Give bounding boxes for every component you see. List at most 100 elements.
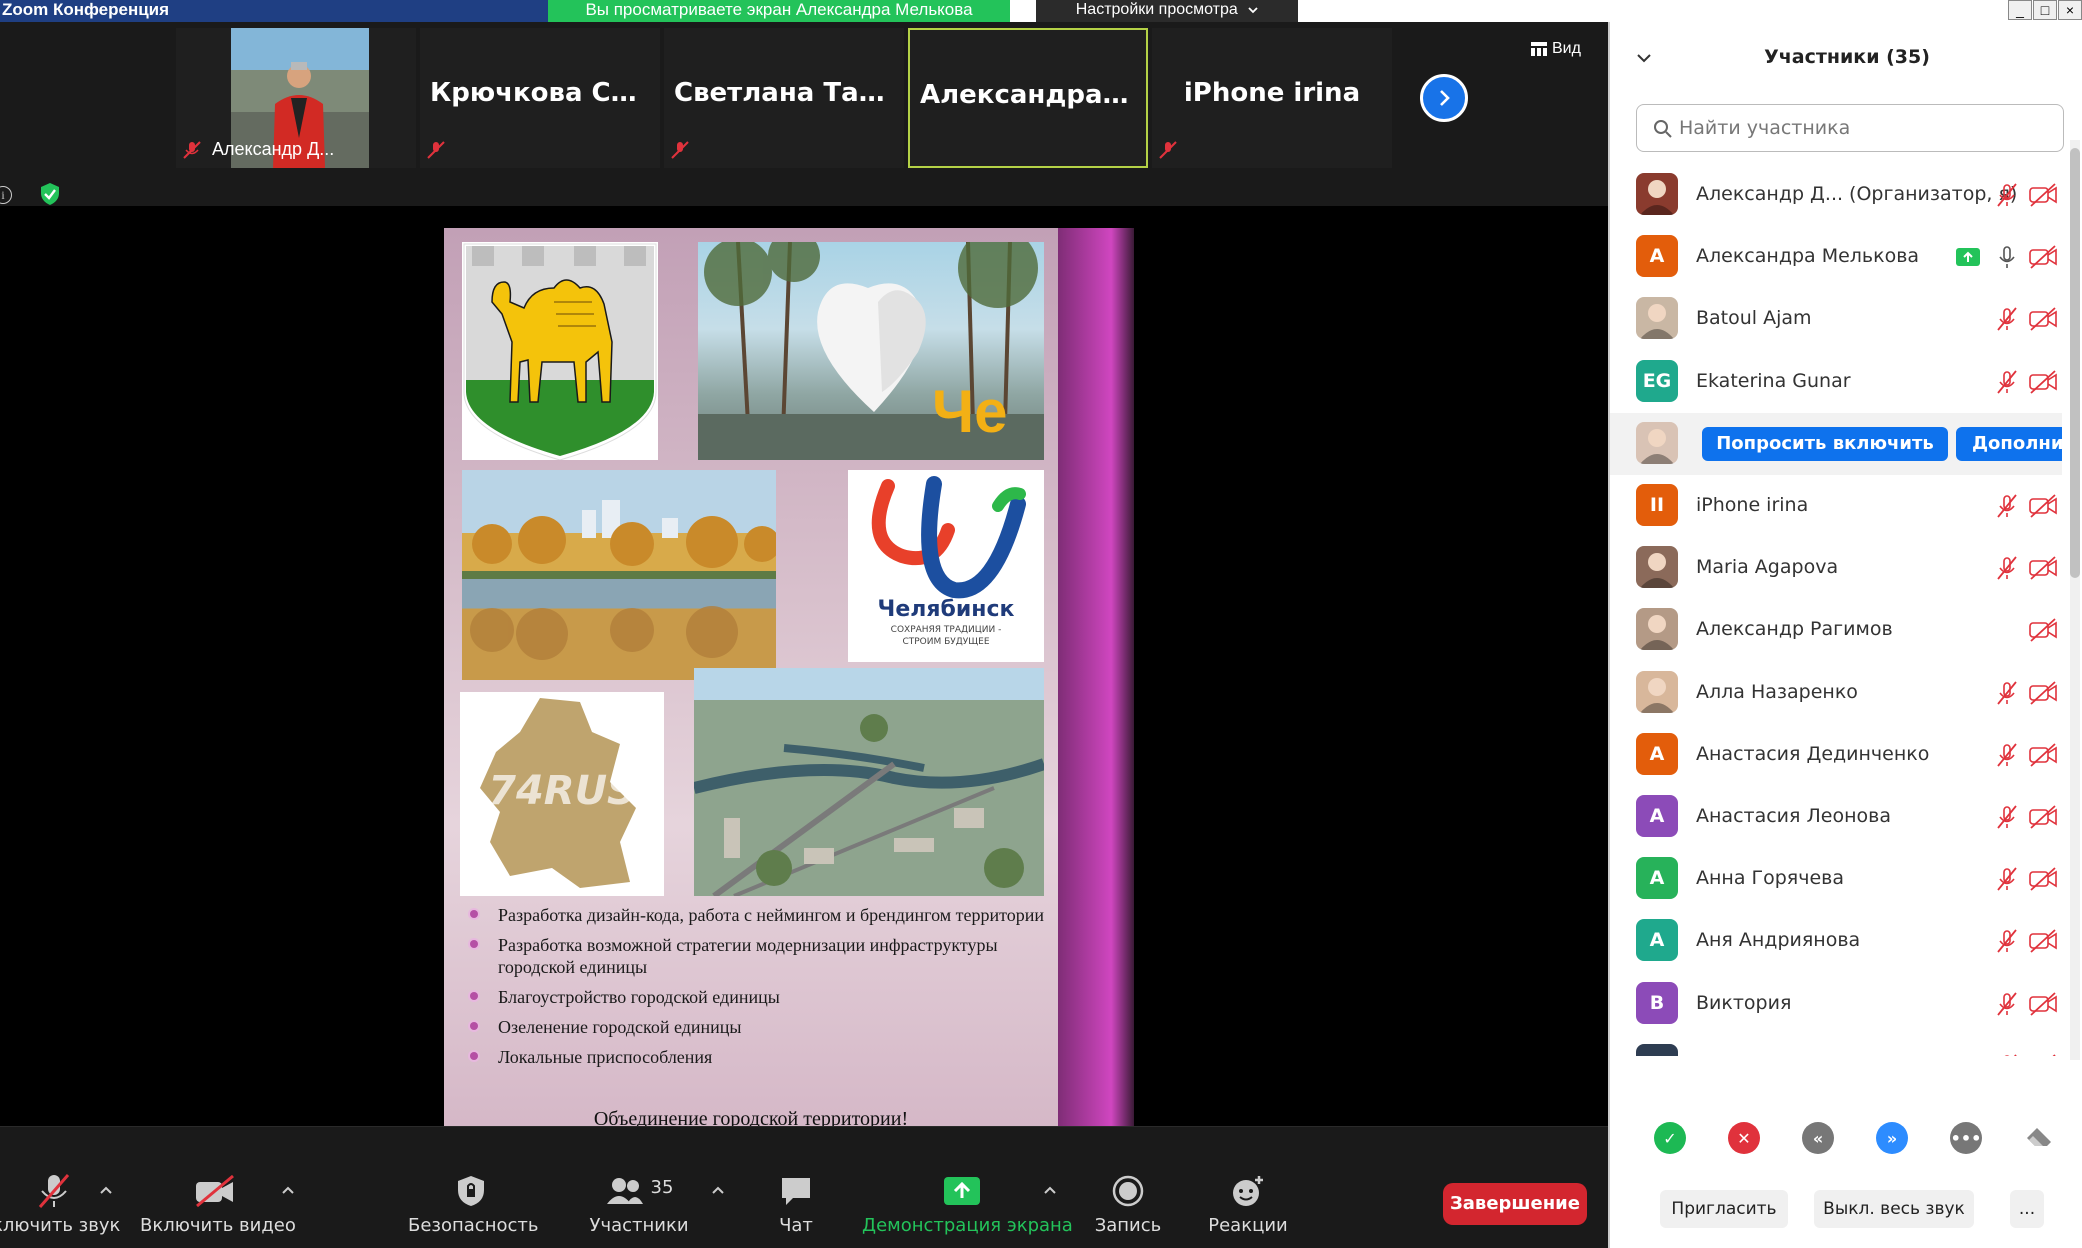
participants-icon [606,1178,643,1204]
start-video-button[interactable]: Включить видео [140,1171,296,1236]
participant-row[interactable]: Алла Назаренко [1610,662,2062,724]
bullet-item: Разработка возможной стратегии модерниза… [468,934,1068,978]
participant-row[interactable]: Александр Рагимов [1610,599,2062,661]
participant-name: Maria Agapova [1696,556,1839,578]
invite-button[interactable]: Пригласить [1660,1190,1788,1228]
camera-off-icon[interactable] [2028,244,2058,270]
participant-row[interactable]: EG Ekaterina Gunar [1610,351,2062,413]
minimize-icon[interactable]: _ [2008,0,2032,20]
camera-off-icon[interactable] [2028,617,2058,643]
reactions-button[interactable]: Реакции [1200,1171,1296,1236]
camera-off-icon[interactable] [2028,928,2058,954]
video-thumbnail[interactable]: Александр Д... [176,28,416,168]
camera-off-icon[interactable] [2028,369,2058,395]
more-options-button[interactable]: ... [2010,1190,2044,1228]
unmute-button[interactable]: ключить звук [0,1171,120,1236]
speed-up-icon[interactable]: » [1876,1122,1908,1154]
view-settings-menu[interactable]: Настройки просмотра [1036,0,1298,22]
muted-mic-icon[interactable] [1994,680,2020,706]
end-meeting-button[interactable]: Завершение [1443,1183,1587,1225]
chevron-up-icon[interactable] [98,1183,114,1197]
muted-mic-icon[interactable] [1994,991,2020,1017]
video-thumbnail[interactable]: iPhone irina [1152,28,1392,168]
close-icon[interactable]: × [2058,0,2082,20]
search-input[interactable] [1679,113,2049,143]
participant-row[interactable]: Александр Д... (Организатор, я) [1610,164,2062,226]
share-banner: Вы просматриваете экран Александра Мельк… [548,0,1010,22]
more-reactions-icon[interactable]: ••• [1950,1122,1982,1154]
city-aerial-image [694,668,1044,896]
mic-icon[interactable] [1994,244,2020,270]
chat-button[interactable]: Чат [756,1171,836,1236]
muted-mic-icon[interactable] [1994,555,2020,581]
participant-row[interactable]: А Анастасия Дединченко [1610,724,2062,786]
muted-mic-icon[interactable] [1994,742,2020,768]
region-label: 74RUS [488,768,636,814]
participants-button[interactable]: 35 Участники [584,1171,694,1237]
yes-icon[interactable]: ✓ [1654,1122,1686,1154]
participant-list: Александр Д... (Организатор, я) А Александ… [1610,164,2062,1056]
slow-down-icon[interactable]: « [1802,1122,1834,1154]
muted-mic-icon[interactable] [1994,928,2020,954]
nonverbal-feedback-bar: ✓ ✕ « » ••• [1610,1122,2082,1170]
participant-row[interactable]: А Анастасия Леонова [1610,786,2062,848]
muted-mic-icon[interactable] [1994,493,2020,519]
clear-reactions-icon[interactable] [2024,1122,2056,1154]
muted-mic-icon[interactable] [1994,369,2020,395]
scrollbar-thumb[interactable] [2070,148,2080,578]
view-button[interactable]: Вид [1530,40,1581,58]
chevron-up-icon[interactable] [710,1183,726,1197]
video-thumbnail[interactable]: Светлана Тазина [664,28,904,168]
camera-off-icon[interactable] [2028,493,2058,519]
search-icon [1654,120,1672,138]
video-thumbnail[interactable]: Крючкова Соф... [420,28,660,168]
share-screen-label: Демонстрация экрана [862,1215,1073,1236]
participant-row[interactable]: Maria Agapova [1610,537,2062,599]
camera-off-icon[interactable] [2028,1053,2058,1056]
camera-off-icon[interactable] [2028,742,2058,768]
muted-mic-icon[interactable] [1994,182,2020,208]
maximize-icon[interactable]: □ [2033,0,2057,20]
chevron-up-icon[interactable] [280,1183,296,1197]
muted-mic-icon[interactable] [1994,866,2020,892]
participant-row[interactable]: Попросить включить Дополни [1610,413,2062,475]
next-thumbnails-button[interactable] [1420,74,1468,122]
video-thumbnail-active[interactable]: Александра М... [908,28,1148,168]
participant-row[interactable]: А Аня Андриянова [1610,910,2062,972]
bullet-item: Благоустройство городской единицы [468,986,1068,1008]
participant-more-button[interactable]: Дополни [1956,427,2062,461]
region-map-image: 74RUS [460,692,664,896]
chevron-up-icon[interactable] [1042,1183,1058,1197]
muted-mic-icon[interactable] [1994,804,2020,830]
chevron-right-icon [1440,90,1450,106]
camera-off-icon[interactable] [2028,866,2058,892]
participant-row[interactable]: А Анна Горячева [1610,848,2062,910]
participant-row[interactable]: Batoul Ajam [1610,288,2062,350]
participant-row[interactable]: А Александра Мелькова [1610,226,2062,288]
panel-title: Участники (35) [1764,46,1930,68]
muted-mic-icon[interactable] [1994,1053,2020,1056]
bullet-item: Разработка дизайн-кода, работа с нейминг… [468,904,1068,926]
camera-off-icon[interactable] [2028,680,2058,706]
share-screen-button[interactable]: Демонстрация экрана [862,1171,1073,1236]
muted-mic-icon[interactable] [1994,306,2020,332]
sharing-screen-icon [1956,248,1980,266]
camera-off-icon[interactable] [2028,306,2058,332]
avatar-initials: В [1636,1044,1678,1056]
info-icon[interactable]: i [0,186,12,204]
no-icon[interactable]: ✕ [1728,1122,1760,1154]
participant-row[interactable]: В [1610,1035,2062,1056]
scrollbar[interactable] [2070,140,2080,1060]
camera-off-icon[interactable] [2028,991,2058,1017]
security-button[interactable]: Безопасность [408,1171,538,1236]
record-button[interactable]: Запись [1088,1171,1168,1236]
participant-row[interactable]: В Виктория [1610,973,2062,1035]
participant-row[interactable]: II iPhone irina [1610,475,2062,537]
camera-off-icon[interactable] [2028,182,2058,208]
mute-all-button[interactable]: Выкл. весь звук [1814,1190,1974,1228]
camera-off-icon[interactable] [2028,804,2058,830]
ask-to-unmute-button[interactable]: Попросить включить [1702,427,1948,461]
record-label: Запись [1094,1215,1162,1236]
camera-off-icon[interactable] [2028,555,2058,581]
encryption-shield-icon[interactable] [38,182,62,206]
